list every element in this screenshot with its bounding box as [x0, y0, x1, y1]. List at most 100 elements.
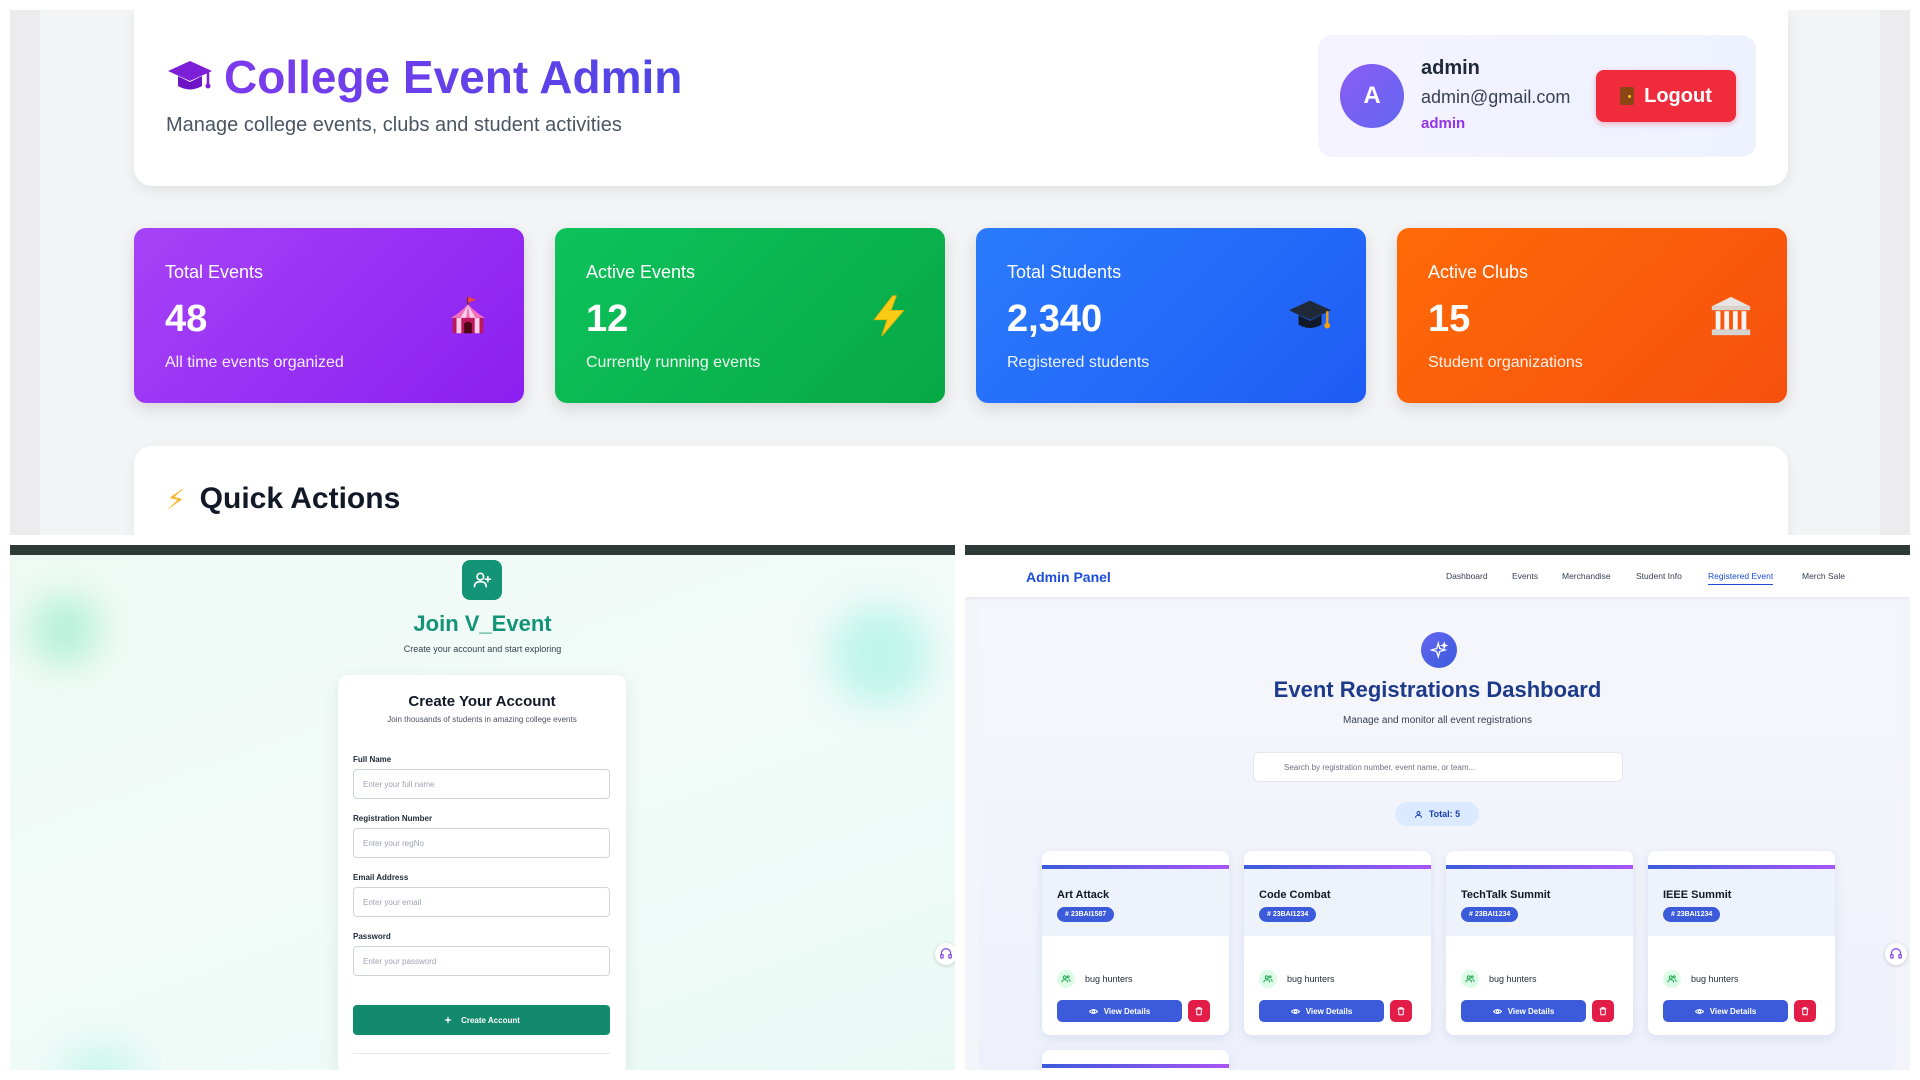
- event-card: IEEE Summit # 23BAI1234 bug hunters View…: [1648, 851, 1835, 1035]
- nav-dashboard[interactable]: Dashboard: [1446, 571, 1488, 581]
- card-header: [1042, 869, 1229, 936]
- right-gutter: [1880, 10, 1910, 535]
- header-card: College Event Admin Manage college event…: [134, 10, 1788, 186]
- card-accent-bar: [1042, 1064, 1229, 1068]
- add-user-icon: [462, 560, 502, 600]
- eye-icon: [1492, 1008, 1502, 1014]
- user-profile-box: A admin admin@gmail.com admin Logout: [1318, 35, 1756, 157]
- nav-registered-event[interactable]: Registered Event: [1708, 571, 1774, 585]
- quick-actions-label: Quick Actions: [199, 482, 401, 515]
- headset-support-icon[interactable]: [935, 943, 955, 965]
- stat-value: 12: [586, 298, 629, 340]
- circus-tent-icon: [444, 292, 492, 340]
- stat-card-total-students[interactable]: Total Students 2,340 Registered students: [976, 228, 1366, 403]
- browser-bookmarks-bar: [10, 545, 955, 555]
- team-icon: [1663, 970, 1681, 988]
- full-name-field[interactable]: Enter your full name: [353, 769, 610, 799]
- create-account-label: Create Account: [461, 1015, 520, 1025]
- eye-icon: [1290, 1008, 1300, 1014]
- event-card: Art Attack # 23BAI1587 bug hunters View …: [1042, 851, 1229, 1035]
- stat-description: Registered students: [1007, 354, 1150, 371]
- stat-label: Active Clubs: [1428, 262, 1529, 282]
- signup-subtitle: Create your account and start exploring: [403, 644, 562, 654]
- headset-support-icon[interactable]: [1885, 943, 1907, 965]
- stat-card-total-events[interactable]: Total Events 48 All time events organize…: [134, 228, 524, 403]
- team-name: bug hunters: [1489, 974, 1537, 984]
- stat-description: Student organizations: [1428, 354, 1583, 371]
- team-name: bug hunters: [1287, 974, 1335, 984]
- stat-value: 48: [165, 298, 208, 340]
- sparkle-icon: [443, 1015, 453, 1025]
- delete-button[interactable]: [1592, 1000, 1614, 1022]
- nav-student-info[interactable]: Student Info: [1636, 571, 1682, 581]
- view-details-label: View Details: [1305, 1006, 1353, 1016]
- avatar[interactable]: A: [1340, 64, 1404, 128]
- card-subtitle: Join thousands of students in amazing co…: [387, 715, 577, 724]
- browser-bookmarks-bar: [965, 545, 1910, 555]
- nav-merch-sale[interactable]: Merch Sale: [1802, 571, 1845, 581]
- view-details-button[interactable]: View Details: [1461, 1000, 1586, 1022]
- event-name: TechTalk Summit: [1461, 889, 1551, 901]
- card-header: [1244, 869, 1431, 936]
- create-account-button[interactable]: Create Account: [353, 1005, 610, 1035]
- trash-icon: [1801, 1007, 1809, 1016]
- view-details-label: View Details: [1709, 1006, 1757, 1016]
- stat-label: Total Students: [1007, 262, 1122, 282]
- total-label: Total: 5: [1428, 809, 1461, 819]
- trash-icon: [1599, 1007, 1607, 1016]
- view-details-button[interactable]: View Details: [1259, 1000, 1384, 1022]
- stat-description: Currently running events: [586, 354, 761, 371]
- stat-value: 15: [1428, 298, 1471, 340]
- password-field[interactable]: Enter your password: [353, 946, 610, 976]
- decorative-blob: [60, 1045, 140, 1070]
- stat-label: Total Events: [165, 262, 264, 282]
- trash-icon: [1195, 1007, 1203, 1016]
- delete-button[interactable]: [1188, 1000, 1210, 1022]
- logout-button[interactable]: Logout: [1596, 70, 1736, 122]
- classical-building-icon: [1707, 292, 1755, 340]
- dashboard-title: Event Registrations Dashboard: [1273, 677, 1602, 702]
- admin-brand[interactable]: Admin Panel: [1026, 569, 1111, 585]
- view-details-button[interactable]: View Details: [1663, 1000, 1788, 1022]
- eye-icon: [1088, 1008, 1098, 1014]
- card-header: [1446, 869, 1633, 936]
- graduation-cap-icon: [168, 61, 212, 90]
- admin-registrations-panel: Admin Panel Dashboard Events Merchandise…: [965, 545, 1910, 1070]
- team-icon: [1057, 970, 1075, 988]
- nav-events[interactable]: Events: [1512, 571, 1538, 581]
- team-icon: [1461, 970, 1479, 988]
- reg-number-badge: # 23BAI1234: [1461, 907, 1519, 922]
- email-field[interactable]: Enter your email: [353, 887, 610, 917]
- delete-button[interactable]: [1390, 1000, 1412, 1022]
- view-details-button[interactable]: View Details: [1057, 1000, 1182, 1022]
- event-name: Code Combat: [1259, 889, 1331, 901]
- reg-number-badge: # 23BAI1587: [1057, 907, 1115, 922]
- dashboard-subtitle: Manage and monitor all event registratio…: [1343, 715, 1532, 726]
- search-input[interactable]: Search by registration number, event nam…: [1253, 752, 1623, 782]
- eye-icon: [1694, 1008, 1704, 1014]
- stat-card-active-clubs[interactable]: Active Clubs 15 Student organizations: [1397, 228, 1787, 403]
- team-name: bug hunters: [1085, 974, 1133, 984]
- event-card: Code Combat # 23BAI1234 bug hunters View…: [1244, 851, 1431, 1035]
- stat-description: All time events organized: [165, 354, 344, 371]
- nav-merchandise[interactable]: Merchandise: [1562, 571, 1611, 581]
- stat-value: 2,340: [1007, 298, 1103, 340]
- team-icon: [1259, 970, 1277, 988]
- event-name: Art Attack: [1057, 889, 1110, 901]
- view-details-label: View Details: [1507, 1006, 1555, 1016]
- registration-number-field[interactable]: Enter your regNo: [353, 828, 610, 858]
- quick-actions-card: ⚡ Quick Actions: [134, 446, 1788, 535]
- user-role: admin: [1421, 115, 1466, 132]
- stat-card-active-events[interactable]: Active Events 12 Currently running event…: [555, 228, 945, 403]
- left-gutter: [10, 10, 40, 535]
- page-title: College Event Admin: [166, 50, 682, 104]
- delete-button[interactable]: [1794, 1000, 1816, 1022]
- app-subtitle: Manage college events, clubs and student…: [166, 114, 622, 136]
- event-card: TechTalk Summit # 23BAI1234 bug hunters …: [1446, 851, 1633, 1035]
- reg-number-badge: # 23BAI1234: [1259, 907, 1317, 922]
- card-title: Create Your Account: [408, 693, 556, 710]
- event-name: IEEE Summit: [1663, 889, 1732, 901]
- stat-label: Active Events: [586, 262, 696, 282]
- full-name-label: Full Name: [353, 755, 392, 764]
- divider: [353, 1053, 610, 1054]
